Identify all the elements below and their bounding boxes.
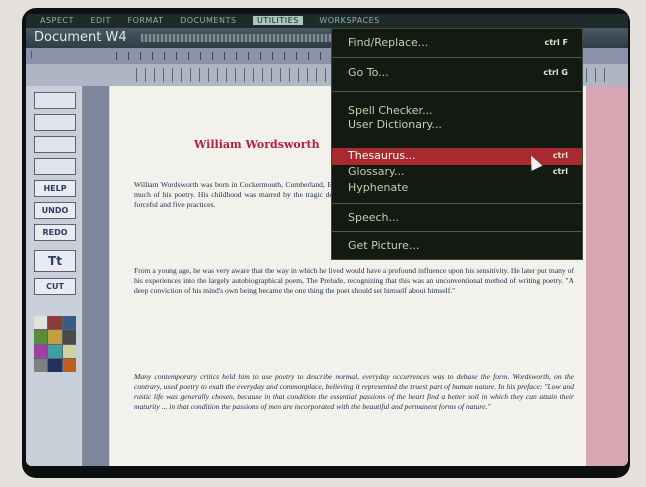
text-style-button[interactable]: Tt: [34, 250, 76, 272]
left-toolbar: HELP UNDO REDO Tt CUT: [26, 86, 83, 466]
titlebar-grip: [140, 33, 351, 42]
menu-separator: [332, 231, 582, 232]
palette-swatch[interactable]: [34, 330, 48, 344]
menu-utilities[interactable]: UTILITIES: [252, 16, 303, 25]
utilities-dropdown-menu: Find/Replace... ctrl F Go To... ctrl G S…: [331, 28, 583, 260]
shortcut-label: ctrl G: [543, 68, 568, 77]
menu-item-label: Go To...: [348, 66, 389, 79]
menu-item-label: Hyphenate: [348, 181, 409, 194]
left-margin-gutter: [83, 86, 109, 466]
document-title: William Wordsworth: [194, 138, 320, 151]
menu-item-label: User Dictionary...: [348, 118, 442, 131]
menu-item-spell-checker[interactable]: Spell Checker...: [348, 105, 568, 117]
window-title: Document W4: [34, 30, 127, 45]
menu-documents[interactable]: DOCUMENTS: [180, 16, 236, 25]
menu-workspaces[interactable]: WORKSPACES: [319, 16, 379, 25]
menu-item-label: Glossary...: [348, 165, 405, 178]
menu-format[interactable]: FORMAT: [127, 16, 163, 25]
palette-swatch[interactable]: [48, 316, 62, 330]
menu-item-speech[interactable]: Speech...: [348, 212, 568, 224]
page-layout-icon[interactable]: [34, 92, 76, 109]
undo-button[interactable]: UNDO: [34, 202, 76, 219]
redo-button[interactable]: REDO: [34, 224, 76, 241]
menu-separator: [332, 91, 582, 92]
app-screen: ASPECT EDIT FORMAT DOCUMENTS UTILITIES W…: [26, 14, 628, 466]
menu-item-label: Get Picture...: [348, 239, 420, 252]
cut-button[interactable]: CUT: [34, 278, 76, 295]
menu-separator: [332, 57, 582, 58]
menu-item-find-replace[interactable]: Find/Replace... ctrl F: [348, 37, 568, 49]
shortcut-label: ctrl: [552, 151, 568, 160]
palette-swatch[interactable]: [62, 344, 76, 358]
menu-separator: [332, 203, 582, 204]
paragraph-icon[interactable]: [34, 136, 76, 153]
right-panel: [586, 86, 628, 466]
palette-swatch[interactable]: [62, 316, 76, 330]
table-icon[interactable]: [34, 158, 76, 175]
palette-swatch[interactable]: [48, 344, 62, 358]
palette-swatch[interactable]: [34, 358, 48, 372]
menu-aspect[interactable]: ASPECT: [40, 16, 74, 25]
menu-item-go-to[interactable]: Go To... ctrl G: [348, 67, 568, 79]
shortcut-label: ctrl: [552, 167, 568, 176]
palette-swatch[interactable]: [48, 358, 62, 372]
palette-swatch[interactable]: [34, 316, 48, 330]
menu-edit[interactable]: EDIT: [90, 16, 110, 25]
paragraph-3: Many contemporary critics held him to us…: [134, 372, 574, 411]
text-cursor-icon: I: [30, 50, 33, 61]
palette-swatch[interactable]: [48, 330, 62, 344]
help-button[interactable]: HELP: [34, 180, 76, 197]
color-palette: [34, 316, 76, 372]
palette-swatch[interactable]: [34, 344, 48, 358]
menu-item-label: Thesaurus...: [348, 149, 416, 162]
paragraph-2: From a young age, he was very aware that…: [134, 266, 574, 295]
menu-bar: ASPECT EDIT FORMAT DOCUMENTS UTILITIES W…: [26, 14, 628, 28]
shortcut-label: ctrl F: [544, 38, 568, 47]
menu-item-get-picture[interactable]: Get Picture...: [348, 240, 568, 252]
menu-item-label: Speech...: [348, 211, 400, 224]
palette-swatch[interactable]: [62, 330, 76, 344]
menu-item-user-dictionary[interactable]: User Dictionary...: [348, 119, 568, 131]
menu-item-label: Spell Checker...: [348, 104, 433, 117]
column-layout-icon[interactable]: [34, 114, 76, 131]
palette-swatch[interactable]: [62, 358, 76, 372]
menu-item-hyphenate[interactable]: Hyphenate: [348, 182, 568, 194]
menu-item-label: Find/Replace...: [348, 36, 429, 49]
